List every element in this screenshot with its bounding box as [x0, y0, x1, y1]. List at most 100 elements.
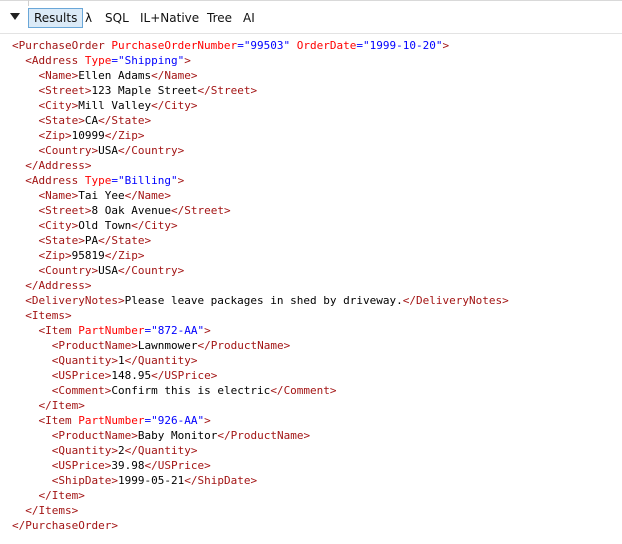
xml-line: </Item>	[12, 398, 622, 413]
xml-line: <City>Mill Valley</City>	[12, 98, 622, 113]
xml-bracket: >	[78, 399, 85, 412]
xml-tag-name: Address	[38, 279, 85, 292]
xml-tag-name: USPrice	[164, 369, 211, 382]
tab-results[interactable]: Results	[28, 8, 84, 28]
xml-bracket: >	[78, 114, 85, 127]
xml-line: <Item PartNumber="872-AA">	[12, 323, 622, 338]
xml-bracket: >	[177, 144, 185, 157]
xml-line: <Zip>10999</Zip>	[12, 128, 622, 143]
xml-bracket: >	[190, 99, 198, 112]
xml-text-value: 8 Oak Avenue	[91, 204, 171, 217]
xml-tag-name: City	[45, 99, 72, 112]
xml-bracket: </	[170, 204, 185, 217]
tab-il-native[interactable]: IL+Native	[135, 8, 204, 28]
xml-bracket: </	[402, 294, 416, 307]
xml-tag-name: Name	[45, 69, 72, 82]
xml-bracket: >	[164, 189, 171, 202]
xml-tag-name: Street	[45, 204, 85, 217]
xml-bracket: >	[111, 354, 118, 367]
xml-bracket: >	[204, 414, 211, 427]
xml-bracket: >	[78, 234, 85, 247]
splitter-tick	[28, 0, 29, 6]
xml-tag-name: USPrice	[58, 369, 105, 382]
xml-attribute-name: Type	[84, 54, 112, 67]
xml-bracket: >	[84, 204, 92, 217]
xml-tag-name: State	[111, 234, 145, 247]
xml-bracket: >	[111, 474, 118, 487]
xml-tag-name: Zip	[45, 249, 65, 262]
xml-line: <Name>Ellen Adams</Name>	[12, 68, 622, 83]
xml-line: <Comment>Confirm this is electric</Comme…	[12, 383, 622, 398]
xml-line: <ShipDate>1999-05-21</ShipDate>	[12, 473, 622, 488]
xml-line: <ProductName>Lawnmower</ProductName>	[12, 338, 622, 353]
output-toolbar: Results λ SQL IL+Native Tree AI	[0, 0, 622, 34]
xml-line: <PurchaseOrder PurchaseOrderNumber="9950…	[12, 38, 622, 53]
xml-text-value: USA	[98, 264, 118, 277]
xml-bracket: </	[98, 114, 112, 127]
xml-tag-name: Name	[137, 189, 165, 202]
xml-line: <Country>USA</Country>	[12, 263, 622, 278]
xml-bracket: </	[131, 219, 145, 232]
xml-bracket: >	[84, 279, 92, 292]
xml-text-value: 148.95	[111, 369, 152, 382]
xml-bracket: >	[329, 384, 337, 397]
xml-bracket: >	[190, 69, 198, 82]
xml-bracket: >	[71, 504, 79, 517]
xml-bracket: <	[25, 309, 32, 322]
xml-bracket: >	[111, 444, 118, 457]
xml-text-value: Confirm this is electric	[111, 384, 271, 397]
xml-bracket: </	[104, 129, 118, 142]
xml-bracket: >	[250, 84, 258, 97]
xml-equals: =	[111, 174, 118, 187]
xml-line: </Address>	[12, 158, 622, 173]
xml-bracket: </	[124, 444, 138, 457]
xml-tag-name: Street	[184, 204, 224, 217]
tab-ai[interactable]: AI	[238, 8, 260, 28]
xml-tag-name: Country	[45, 264, 92, 277]
xml-bracket: </	[104, 249, 118, 262]
xml-text-value: USA	[98, 144, 118, 157]
xml-tag-name: DeliveryNotes	[31, 294, 118, 307]
xml-line: <Street>8 Oak Avenue</Street>	[12, 203, 622, 218]
xml-attribute-name: Type	[84, 174, 112, 187]
xml-text-value: 10999	[71, 129, 105, 142]
xml-bracket: </	[270, 384, 284, 397]
xml-line: <USPrice>39.98</USPrice>	[12, 458, 622, 473]
xml-bracket: >	[250, 474, 258, 487]
xml-bracket: >	[131, 339, 138, 352]
xml-attribute-value: "99503"	[243, 39, 291, 52]
xml-tag-name: Item	[45, 414, 72, 427]
tab-tree[interactable]: Tree	[202, 8, 237, 28]
xml-text-value: Old Town	[78, 219, 132, 232]
xml-line: <Name>Tai Yee</Name>	[12, 188, 622, 203]
xml-text-value: 123 Maple Street	[91, 84, 198, 97]
xml-tag-name: ProductName	[58, 339, 132, 352]
xml-tag-name: DeliveryNotes	[416, 294, 503, 307]
collapse-triangle-icon[interactable]	[10, 13, 20, 20]
xml-bracket: >	[117, 294, 125, 307]
xml-bracket: >	[131, 429, 138, 442]
xml-tag-name: ShipDate	[58, 474, 112, 487]
xml-text-value: PA	[84, 234, 99, 247]
xml-bracket: >	[84, 84, 92, 97]
xml-bracket: >	[65, 129, 72, 142]
xml-bracket: >	[190, 354, 198, 367]
xml-bracket: </	[12, 519, 26, 532]
xml-bracket: </	[151, 99, 165, 112]
xml-bracket: </	[151, 69, 165, 82]
xml-bracket: </	[25, 504, 39, 517]
tab-lambda[interactable]: λ	[80, 8, 97, 28]
xml-tag-name: Street	[45, 84, 85, 97]
xml-line: <State>PA</State>	[12, 233, 622, 248]
xml-tag-name: Name	[45, 189, 72, 202]
xml-bracket: <	[25, 174, 32, 187]
xml-line: </Items>	[12, 503, 622, 518]
xml-tag-name: ShipDate	[197, 474, 251, 487]
xml-bracket: </	[98, 234, 112, 247]
xml-line: </PurchaseOrder>	[12, 518, 622, 533]
tab-sql[interactable]: SQL	[100, 8, 134, 28]
xml-text-value: Please leave packages in shed by drivewa…	[124, 294, 403, 307]
xml-text-value: 1	[117, 354, 125, 367]
xml-bracket: >	[177, 264, 185, 277]
xml-attribute-value: "Billing"	[117, 174, 178, 187]
